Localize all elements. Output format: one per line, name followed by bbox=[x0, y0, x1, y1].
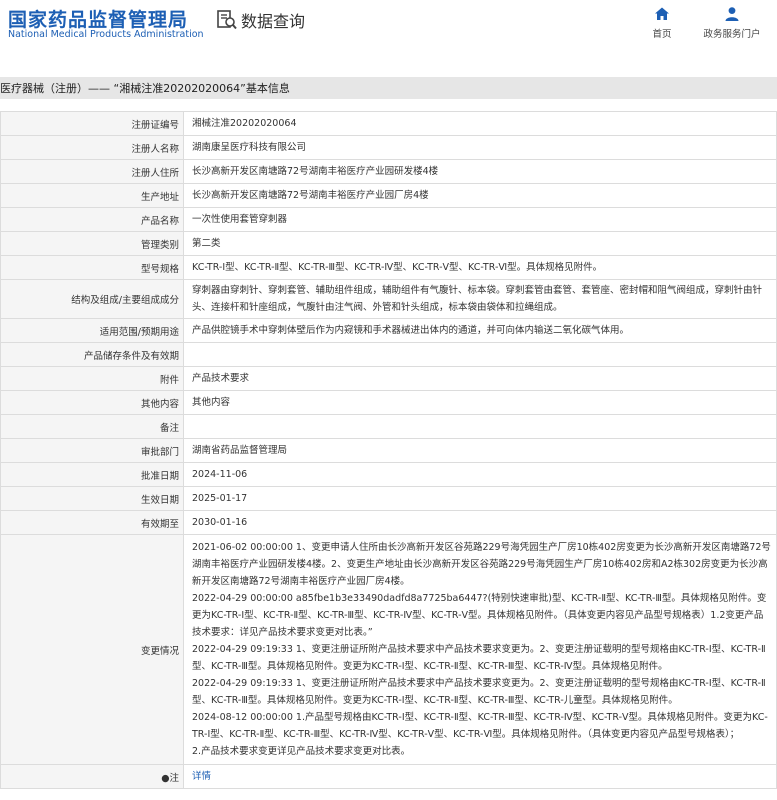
table-row: 备注 bbox=[0, 414, 777, 439]
change-entry: 2024-08-12 00:00:00 1.产品型号规格由KC-TR-Ⅰ型、KC… bbox=[192, 712, 768, 740]
row-label: 产品名称 bbox=[0, 207, 184, 232]
row-label: 备注 bbox=[0, 414, 184, 439]
data-query-icon bbox=[217, 10, 237, 30]
data-query-header: 数据查询 bbox=[216, 8, 305, 32]
detail-table: 注册证编号 湘械注准20202020064 注册人名称 湖南康呈医疗科技有限公司 注… bbox=[0, 111, 777, 789]
row-label: 有效期至 bbox=[0, 510, 184, 535]
table-row: 其他内容 其他内容 bbox=[0, 390, 777, 415]
row-value: 2024-11-06 bbox=[183, 462, 777, 487]
table-row: 注册人名称 湖南康呈医疗科技有限公司 bbox=[0, 135, 777, 160]
row-label: 生产地址 bbox=[0, 183, 184, 208]
row-value: 第二类 bbox=[183, 231, 777, 256]
change-entry: 2.产品技术要求变更详见产品技术要求变更对比表。 bbox=[192, 746, 411, 757]
data-query-title: 数据查询 bbox=[241, 12, 306, 31]
change-history-value: 2021-06-02 00:00:00 1、变更申请人住所由长沙高新开发区谷苑路… bbox=[183, 534, 777, 765]
change-history-label: 变更情况 bbox=[0, 534, 184, 765]
row-label: 注册证编号 bbox=[0, 111, 184, 136]
site-logo-subtitle: National Medical Products Administration bbox=[8, 29, 204, 40]
row-label: 审批部门 bbox=[0, 438, 184, 463]
row-value: 其他内容 bbox=[183, 390, 777, 415]
row-value: 湘械注准20202020064 bbox=[183, 111, 777, 136]
nav-gov-label: 政务服务门户 bbox=[703, 29, 761, 40]
row-value: 穿刺器由穿刺针、穿刺套管、辅助组件组成，辅助组件有气腹针、标本袋。穿刺套管由套管… bbox=[183, 279, 777, 319]
row-value bbox=[183, 414, 777, 439]
row-label: 结构及组成/主要组成成分 bbox=[0, 279, 184, 319]
row-label: 其他内容 bbox=[0, 390, 184, 415]
row-label: 附件 bbox=[0, 366, 184, 391]
row-label: 生效日期 bbox=[0, 486, 184, 511]
nav-gov-service[interactable]: 政务服务门户 bbox=[697, 6, 767, 40]
table-row: 批准日期 2024-11-06 bbox=[0, 462, 777, 487]
table-row: 产品储存条件及有效期 bbox=[0, 342, 777, 367]
row-label: 适用范围/预期用途 bbox=[0, 318, 184, 343]
row-label: 注册人住所 bbox=[0, 159, 184, 184]
breadcrumb-bar: 医疗器械（注册）—— “湘械注准20202020064”基本信息 bbox=[0, 77, 777, 99]
note-row: ●注 详情 bbox=[0, 764, 777, 789]
row-value: 2030-01-16 bbox=[183, 510, 777, 535]
row-value: KC-TR-Ⅰ型、KC-TR-Ⅱ型、KC-TR-Ⅲ型、KC-TR-Ⅳ型、KC-T… bbox=[183, 255, 777, 280]
table-row: 附件 产品技术要求 bbox=[0, 366, 777, 391]
change-entry: 2022-04-29 09:19:33 1、变更注册证所附产品技术要求中产品技术… bbox=[192, 644, 766, 672]
home-icon bbox=[655, 7, 669, 20]
row-label: 型号规格 bbox=[0, 255, 184, 280]
row-label: 注册人名称 bbox=[0, 135, 184, 160]
row-label: 批准日期 bbox=[0, 462, 184, 487]
row-value: 2025-01-17 bbox=[183, 486, 777, 511]
table-row: 结构及组成/主要组成成分 穿刺器由穿刺针、穿刺套管、辅助组件组成，辅助组件有气腹针… bbox=[0, 279, 777, 319]
row-value: 一次性使用套管穿刺器 bbox=[183, 207, 777, 232]
row-value bbox=[183, 342, 777, 367]
table-row: 生产地址 长沙高新开发区南塘路72号湖南丰裕医疗产业园厂房4楼 bbox=[0, 183, 777, 208]
change-entry: 2022-04-29 09:19:33 1、变更注册证所附产品技术要求中产品技术… bbox=[192, 678, 766, 706]
table-row: 适用范围/预期用途 产品供腔镜手术中穿刺体壁后作为内窥镜和手术器械进出体内的通道，… bbox=[0, 318, 777, 343]
note-value: 详情 bbox=[183, 764, 777, 789]
table-row: 管理类别 第二类 bbox=[0, 231, 777, 256]
site-logo-title[interactable]: 国家药品监督管理局 bbox=[8, 5, 188, 32]
details-link[interactable]: 详情 bbox=[192, 771, 211, 782]
row-label: 产品储存条件及有效期 bbox=[0, 342, 184, 367]
change-history-row: 变更情况 2021-06-02 00:00:00 1、变更申请人住所由长沙高新开… bbox=[0, 534, 777, 765]
table-row: 型号规格 KC-TR-Ⅰ型、KC-TR-Ⅱ型、KC-TR-Ⅲ型、KC-TR-Ⅳ型、… bbox=[0, 255, 777, 280]
row-value: 湖南康呈医疗科技有限公司 bbox=[183, 135, 777, 160]
change-entry: 2021-06-02 00:00:00 1、变更申请人住所由长沙高新开发区谷苑路… bbox=[192, 542, 771, 587]
row-label: 管理类别 bbox=[0, 231, 184, 256]
row-value: 长沙高新开发区南塘路72号湖南丰裕医疗产业园厂房4楼 bbox=[183, 183, 777, 208]
table-row: 注册人住所 长沙高新开发区南塘路72号湖南丰裕医疗产业园研发楼4楼 bbox=[0, 159, 777, 184]
nav-home[interactable]: 首页 bbox=[627, 6, 697, 40]
user-icon bbox=[725, 7, 739, 21]
table-row: 审批部门 湖南省药品监督管理局 bbox=[0, 438, 777, 463]
table-row: 有效期至 2030-01-16 bbox=[0, 510, 777, 535]
nav-home-label: 首页 bbox=[652, 29, 672, 40]
row-value: 产品技术要求 bbox=[183, 366, 777, 391]
table-row: 产品名称 一次性使用套管穿刺器 bbox=[0, 207, 777, 232]
change-entry: 2022-04-29 00:00:00 a85fbe1b3e33490dadfd… bbox=[192, 593, 767, 638]
row-value: 湖南省药品监督管理局 bbox=[183, 438, 777, 463]
row-value: 产品供腔镜手术中穿刺体壁后作为内窥镜和手术器械进出体内的通道，并可向体内输送二氧… bbox=[183, 318, 777, 343]
table-row: 注册证编号 湘械注准20202020064 bbox=[0, 111, 777, 136]
site-header: 国家药品监督管理局 National Medical Products Admi… bbox=[0, 0, 777, 60]
note-label: ●注 bbox=[0, 764, 184, 789]
row-value: 长沙高新开发区南塘路72号湖南丰裕医疗产业园研发楼4楼 bbox=[183, 159, 777, 184]
table-row: 生效日期 2025-01-17 bbox=[0, 486, 777, 511]
breadcrumb: 医疗器械（注册）—— “湘械注准20202020064”基本信息 bbox=[0, 82, 290, 95]
